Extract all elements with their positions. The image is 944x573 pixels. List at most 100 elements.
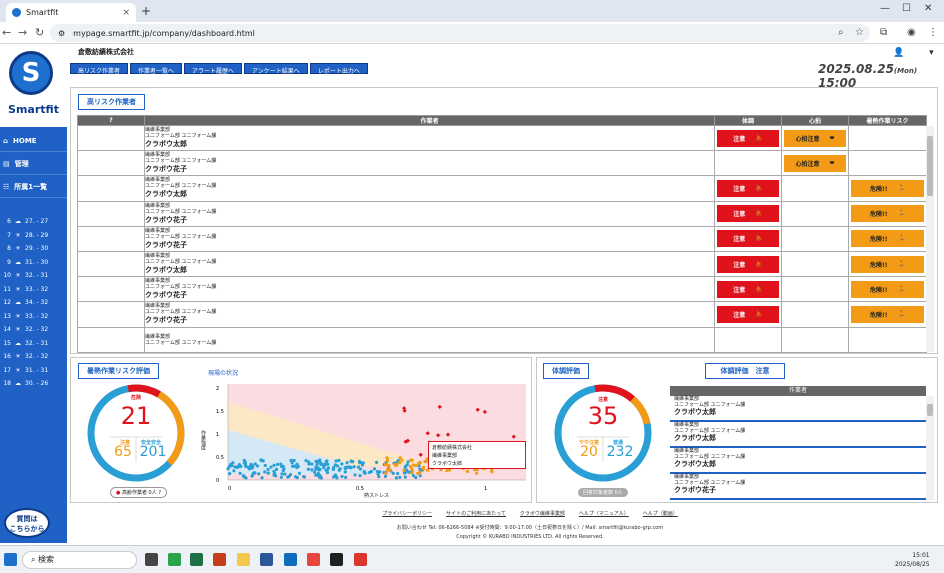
scatter-point[interactable]: [318, 467, 322, 471]
user-icon[interactable]: 👤 ▾: [893, 48, 934, 58]
table-row[interactable]: 繊維事業部 ユニフォーム部 ユニフォーム課 クラボウ花子 心拍注意 ❤: [77, 150, 927, 177]
list-item[interactable]: 繊維事業部 ユニフォーム部 ユニフォーム課 クラボウ太郎: [670, 422, 926, 448]
scatter-point[interactable]: [377, 475, 381, 479]
scatter-point[interactable]: [391, 471, 395, 475]
scatter-point[interactable]: [340, 462, 344, 466]
scatter-point[interactable]: [490, 470, 494, 474]
scatter-point[interactable]: [408, 465, 412, 469]
scatter-point[interactable]: [344, 475, 348, 479]
scatter-point[interactable]: [263, 463, 267, 468]
table-row[interactable]: 繊維事業部 ユニフォーム部 ユニフォーム課 クラボウ太郎 注意 ⛹ 危険!! 🏃: [77, 250, 927, 278]
alert-history-button[interactable]: アラート履歴へ: [184, 63, 243, 75]
elderly-workers-badge[interactable]: ● 高齢作業者 0人 ?: [110, 487, 167, 498]
scatter-point[interactable]: [306, 467, 311, 471]
task-view-icon[interactable]: [145, 553, 158, 566]
scatter-point[interactable]: [301, 475, 306, 479]
edge-icon[interactable]: [168, 553, 181, 566]
scatter-point[interactable]: [272, 469, 276, 473]
survey-results-button[interactable]: アンケート結果へ: [244, 63, 308, 75]
worker-cell[interactable]: 繊維事業部 ユニフォーム部 ユニフォーム課 クラボウ花子: [144, 276, 715, 303]
scatter-point[interactable]: [345, 460, 349, 465]
bookmark-star-icon[interactable]: ☆: [855, 27, 864, 38]
scatter-point[interactable]: [475, 471, 479, 475]
scatter-point[interactable]: [388, 468, 392, 472]
scatter-point[interactable]: [229, 462, 233, 467]
scatter-point[interactable]: [325, 471, 330, 475]
scatter-point[interactable]: [384, 471, 388, 475]
scatter-point[interactable]: [358, 461, 362, 465]
scatter-point[interactable]: [260, 476, 264, 480]
browser-tab[interactable]: Smartfit ×: [6, 3, 136, 22]
worker-cell[interactable]: 繊維事業部 ユニフォーム部 ユニフォーム課 クラボウ花子: [144, 200, 715, 227]
report-output-button[interactable]: レポート出力へ: [309, 63, 368, 75]
scatter-point[interactable]: [250, 474, 254, 478]
scatter-point[interactable]: [322, 463, 327, 468]
scatter-point[interactable]: [226, 467, 230, 471]
worker-cell[interactable]: 繊維事業部 ユニフォーム部 ユニフォーム課 クラボウ太郎: [144, 124, 715, 152]
profile-icon[interactable]: ◉: [907, 27, 916, 38]
list-item[interactable]: 繊維事業部 ユニフォーム部 ユニフォーム課 クラボウ花子: [670, 474, 926, 500]
scatter-point[interactable]: [402, 468, 406, 472]
scatter-point[interactable]: [233, 465, 237, 469]
scatter-point[interactable]: [404, 464, 408, 468]
scatter-point[interactable]: [343, 470, 347, 474]
scatter-point[interactable]: [307, 462, 311, 466]
scatter-point[interactable]: [403, 475, 407, 479]
scatter-point[interactable]: [331, 467, 336, 472]
workers-list-button[interactable]: 作業者一覧へ: [130, 63, 183, 75]
excel-icon[interactable]: [190, 553, 203, 566]
scatter-point[interactable]: [349, 459, 353, 463]
scatter-point[interactable]: [293, 464, 297, 468]
chrome-icon[interactable]: [307, 553, 320, 566]
scatter-point[interactable]: [275, 462, 280, 466]
scatter-point[interactable]: [423, 460, 427, 464]
back-icon[interactable]: ←: [2, 26, 11, 39]
scatter-point[interactable]: [274, 467, 279, 471]
list-scrollbar[interactable]: [926, 396, 934, 500]
new-tab-icon[interactable]: +: [141, 4, 151, 18]
scatter-point[interactable]: [340, 474, 344, 479]
scatter-point[interactable]: [418, 470, 422, 474]
scatter-point[interactable]: [232, 469, 236, 473]
scatter-point[interactable]: [410, 471, 414, 475]
scatter-point[interactable]: [283, 472, 287, 476]
scatter-point[interactable]: [421, 467, 425, 471]
site-info-icon[interactable]: ⚙: [58, 29, 65, 38]
scatter-point[interactable]: [349, 466, 353, 470]
scatter-point[interactable]: [288, 473, 293, 477]
scatter-point[interactable]: [426, 468, 430, 472]
scatter-point[interactable]: [237, 463, 241, 467]
scatter-point[interactable]: [266, 471, 270, 475]
table-row[interactable]: 繊維事業部 ユニフォーム部 ユニフォーム課 クラボウ花子 注意 ⛹ 危険!! 🏃: [77, 225, 927, 252]
taskbar-clock[interactable]: 15:01 2025/08/25: [895, 551, 930, 569]
zoom-icon[interactable]: ⌕: [838, 27, 844, 38]
sidebar-item-department[interactable]: ☷ 所属1一覧: [0, 176, 67, 198]
scatter-point[interactable]: [332, 475, 336, 479]
forward-icon[interactable]: →: [18, 26, 27, 39]
table-scrollbar[interactable]: [926, 126, 934, 352]
high-risk-button[interactable]: 高リスク作業者: [70, 63, 129, 75]
scatter-point[interactable]: [324, 460, 328, 464]
scatter-point[interactable]: [410, 458, 414, 462]
scatter-point[interactable]: [396, 471, 400, 476]
scatter-point[interactable]: [297, 471, 302, 475]
scatter-point[interactable]: [369, 469, 373, 474]
scatter-point[interactable]: [314, 459, 318, 464]
scatter-point[interactable]: [266, 467, 270, 472]
scatter-point[interactable]: [263, 470, 267, 474]
table-row[interactable]: 繊維事業部 ユニフォーム部 ユニフォーム課 クラボウ太郎 注意 ⛹ 心拍注意 ❤: [77, 124, 927, 152]
app-icon[interactable]: [330, 553, 343, 566]
scatter-point[interactable]: [241, 474, 246, 478]
url-field[interactable]: ⚙ mypage.smartfit.jp/company/dashboard.ht…: [50, 24, 870, 42]
help-icon[interactable]: ?: [158, 490, 161, 496]
logo[interactable]: S Smartfit: [0, 45, 67, 127]
scatter-point[interactable]: [411, 473, 415, 478]
scatter-point[interactable]: [269, 465, 273, 469]
worker-cell[interactable]: 繊維事業部 ユニフォーム部 ユニフォーム課: [144, 326, 715, 353]
scatter-point[interactable]: [356, 465, 361, 469]
scatter-point[interactable]: [394, 463, 398, 467]
close-tab-icon[interactable]: ×: [122, 8, 130, 18]
scatter-point[interactable]: [375, 460, 379, 464]
scatter-point[interactable]: [319, 462, 323, 467]
scatter-point[interactable]: [398, 475, 402, 480]
